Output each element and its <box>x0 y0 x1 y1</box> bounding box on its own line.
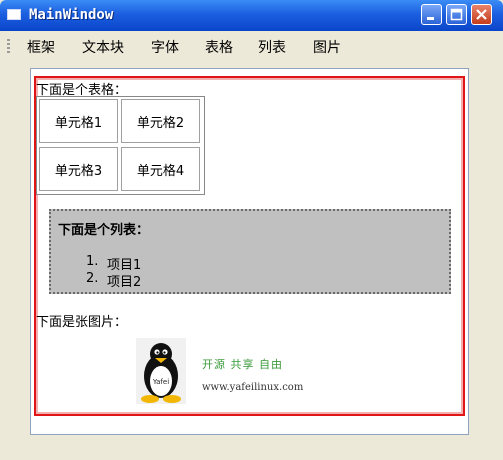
menu-frame[interactable]: 框架 <box>27 37 55 57</box>
toolbar-grip-icon[interactable] <box>7 39 10 54</box>
image-slogan: 开源 共享 自由 <box>202 358 283 371</box>
table-cell[interactable]: 单元格1 <box>39 99 118 143</box>
horizontal-scroll-area <box>30 435 469 460</box>
list-heading: 下面是个列表： <box>58 223 150 238</box>
table: 单元格1 单元格2 单元格3 单元格4 <box>36 96 205 195</box>
image-url: www.yafeilinux.com <box>202 382 304 393</box>
menu-font[interactable]: 字体 <box>151 37 179 57</box>
minimize-icon <box>427 17 434 20</box>
maximize-icon <box>450 8 463 21</box>
maximize-button[interactable] <box>446 4 467 25</box>
menu-table[interactable]: 表格 <box>205 37 233 57</box>
minimize-button[interactable] <box>421 4 442 25</box>
penguin-logo-icon: Yafei <box>136 338 186 404</box>
image[interactable]: Yafei 开源 共享 自由 www.yafeilinux.com <box>136 338 310 404</box>
title-bar[interactable]: MainWindow <box>0 0 503 31</box>
table-cell[interactable]: 单元格3 <box>39 147 118 191</box>
close-button[interactable] <box>471 4 492 25</box>
list-frame: 下面是个列表： 1. 项目1 2. 项目2 <box>49 209 451 294</box>
close-icon <box>476 9 487 20</box>
list-item-marker: 2. <box>86 271 99 286</box>
app-window-icon <box>7 9 21 20</box>
image-heading: 下面是张图片： <box>36 315 128 330</box>
menu-bar: 框架 文本块 字体 表格 列表 图片 <box>0 31 503 61</box>
window-title: MainWindow <box>29 7 114 23</box>
table-cell[interactable]: 单元格2 <box>121 99 200 143</box>
menu-text-block[interactable]: 文本块 <box>82 37 124 57</box>
list-item[interactable]: 项目2 <box>107 271 141 290</box>
menu-list[interactable]: 列表 <box>258 37 286 57</box>
list-item-marker: 1. <box>86 254 99 269</box>
menu-image[interactable]: 图片 <box>313 37 341 57</box>
logo-text: Yafei <box>152 378 169 386</box>
table-cell[interactable]: 单元格4 <box>121 147 200 191</box>
